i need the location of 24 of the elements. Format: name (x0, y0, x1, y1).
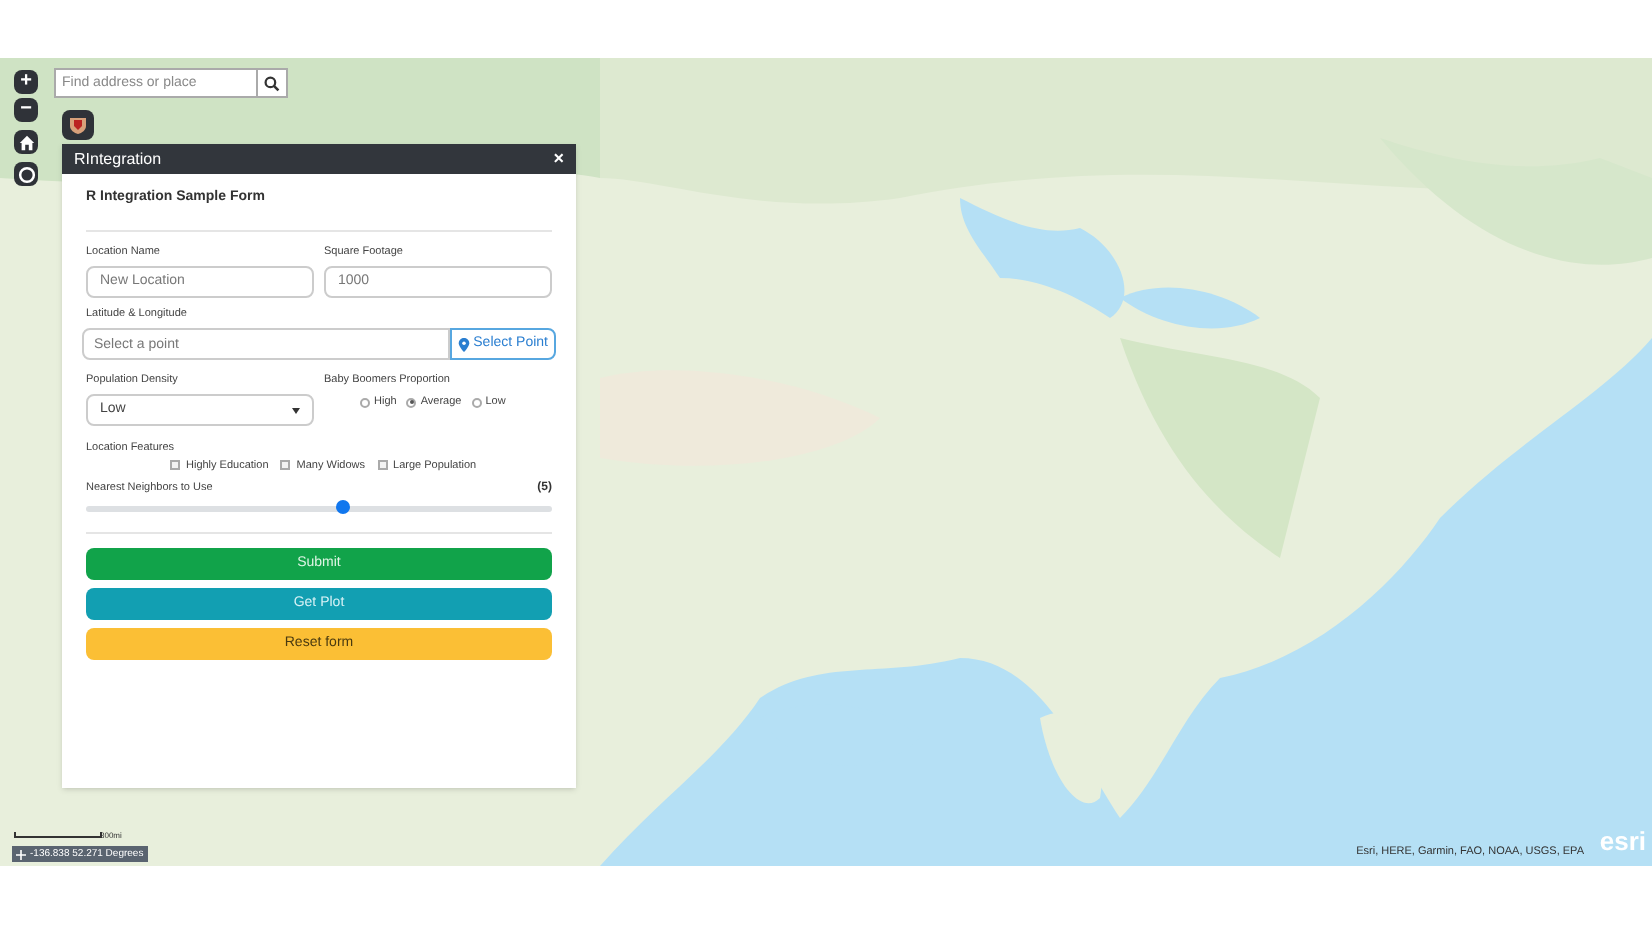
slider-thumb[interactable] (335, 500, 350, 515)
caret-icon (292, 407, 300, 414)
checkbox[interactable] (280, 460, 291, 471)
radio-button[interactable] (471, 397, 482, 408)
locate-button[interactable] (14, 162, 38, 186)
crosshair-icon (16, 849, 26, 859)
scale-bar (14, 832, 102, 838)
zoom-in-button[interactable]: + (14, 70, 38, 94)
search-button[interactable] (258, 68, 288, 98)
close-button[interactable]: × (553, 150, 564, 168)
shield-icon (70, 116, 86, 134)
esri-logo: esri (1599, 828, 1646, 854)
search-icon (264, 75, 280, 91)
checkbox[interactable] (170, 460, 180, 471)
pin-icon (457, 337, 470, 351)
app-button[interactable] (62, 110, 94, 140)
circle-icon (17, 165, 35, 183)
zoom-out-button[interactable]: − (14, 98, 38, 122)
panel-title: RIntegration (74, 147, 162, 171)
checkbox[interactable] (377, 460, 388, 471)
radio-button[interactable] (406, 397, 417, 408)
home-button[interactable] (14, 130, 38, 154)
home-icon (17, 133, 35, 151)
radio-button[interactable] (360, 397, 370, 408)
